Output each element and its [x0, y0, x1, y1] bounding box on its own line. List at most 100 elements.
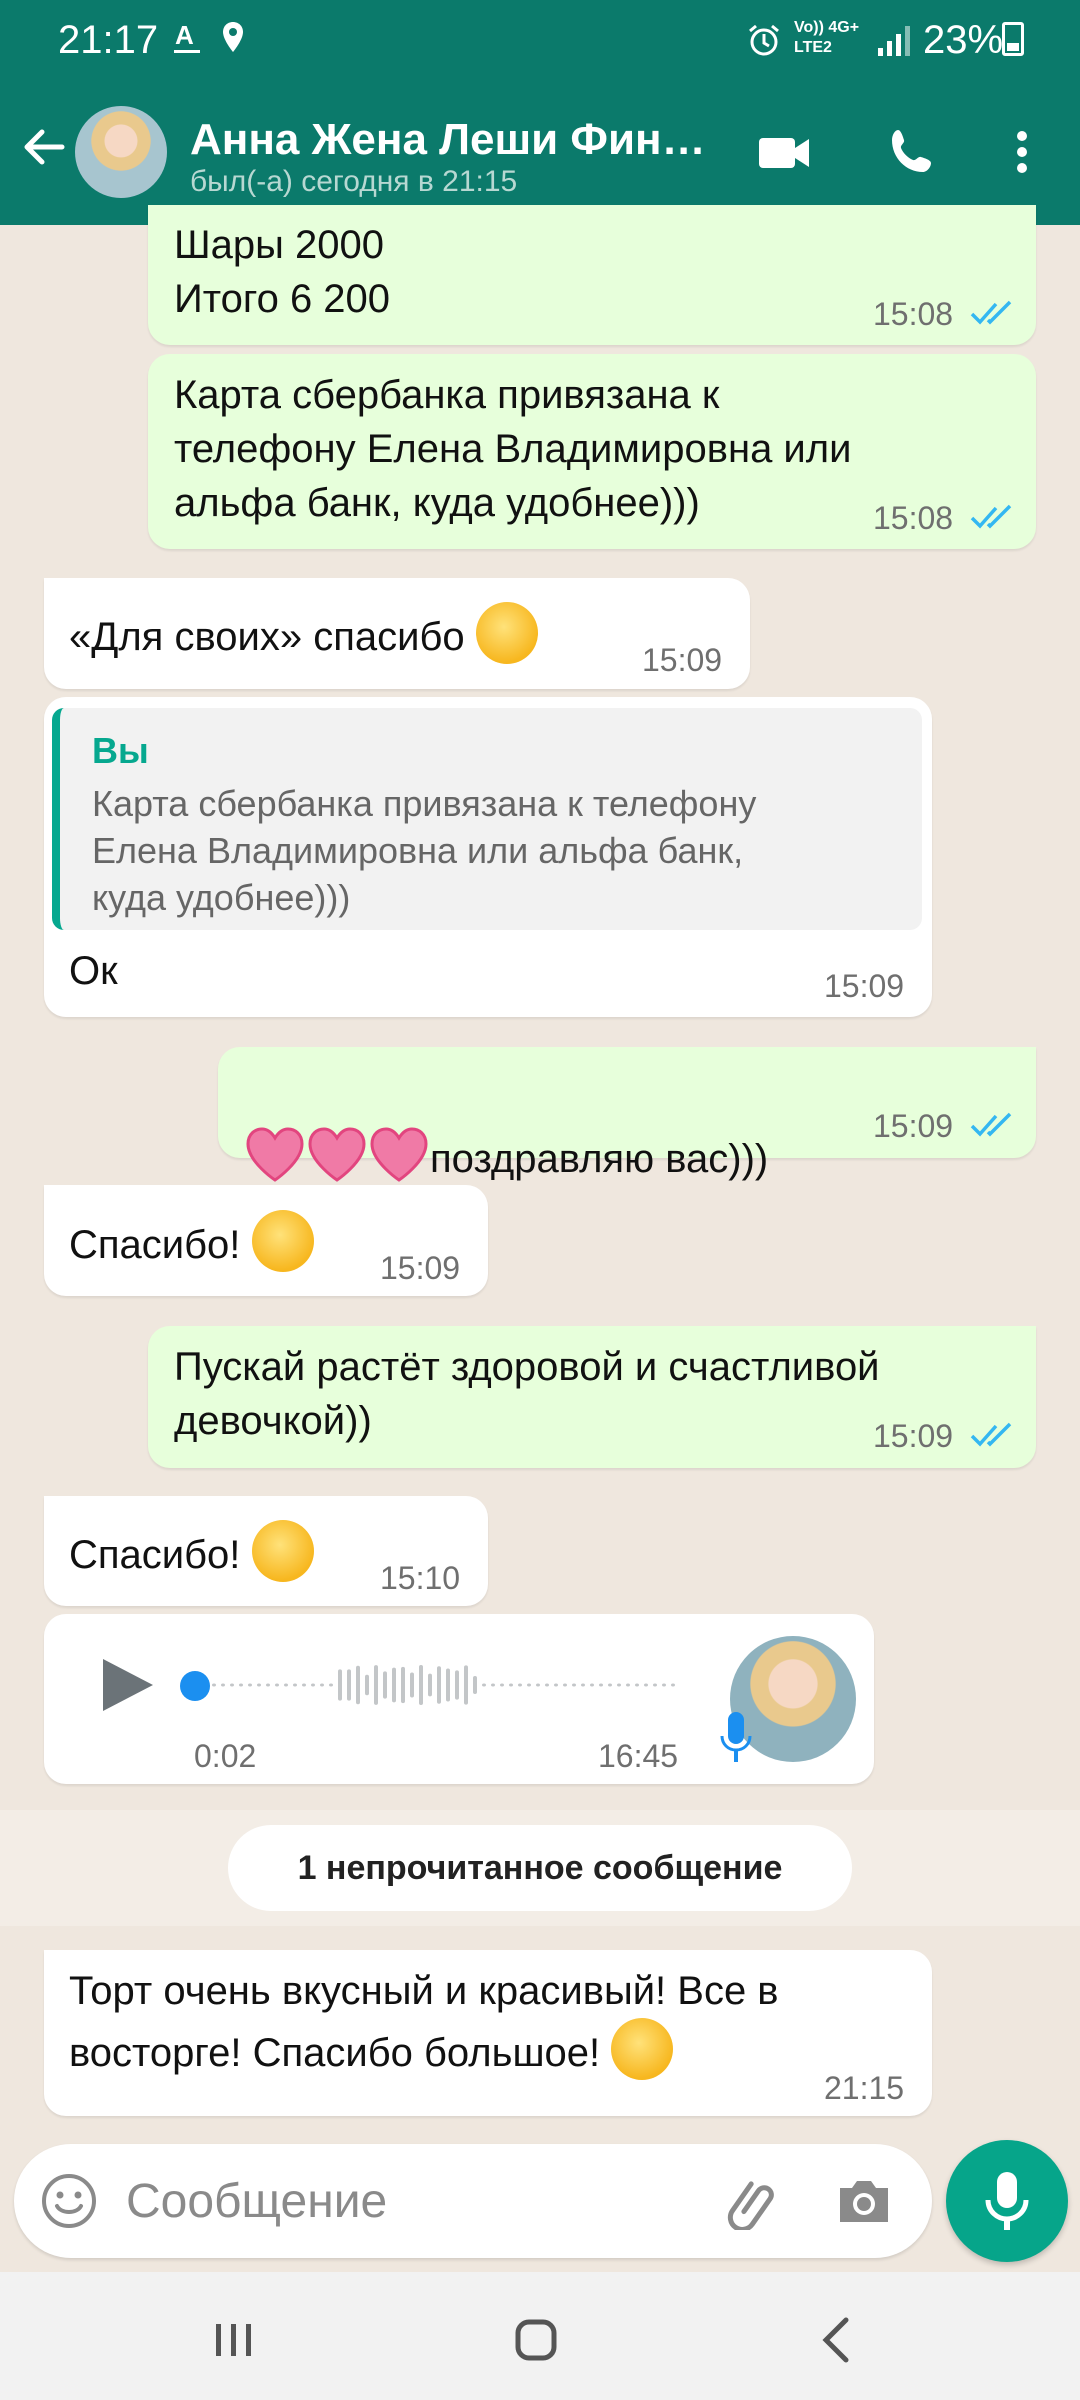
- voice-waveform[interactable]: [212, 1652, 682, 1718]
- waveform-bar: [536, 1683, 540, 1687]
- waveform-bar: [473, 1675, 477, 1695]
- waveform-bar: [635, 1683, 639, 1687]
- phone-call-icon[interactable]: [882, 122, 942, 182]
- quote-text: Карта сбербанка привязана к телефону Еле…: [92, 783, 757, 918]
- waveform-bar: [230, 1683, 234, 1687]
- waveform-bar: [572, 1683, 576, 1687]
- mic-icon: [985, 2172, 1029, 2230]
- waveform-bar: [239, 1683, 243, 1687]
- recent-apps-icon[interactable]: [204, 2310, 264, 2370]
- waveform-bar: [482, 1683, 486, 1687]
- waveform-bar: [518, 1683, 522, 1687]
- message-time: 15:09: [380, 1250, 461, 1286]
- smiling-face-emoji: [251, 1210, 314, 1272]
- waveform-bar: [527, 1683, 531, 1687]
- message-time: 15:09: [873, 1418, 954, 1454]
- alarm-icon: [749, 24, 779, 56]
- more-icon[interactable]: [992, 122, 1052, 182]
- waveform-bar: [401, 1666, 405, 1704]
- waveform-bar: [338, 1669, 342, 1701]
- waveform-bar: [311, 1683, 315, 1687]
- waveform-bar: [671, 1683, 675, 1687]
- message-composer: [14, 2144, 932, 2258]
- waveform-bar: [491, 1683, 495, 1687]
- nav-back-icon[interactable]: [808, 2310, 868, 2370]
- waveform-bar: [446, 1668, 450, 1702]
- message-time: 15:08: [873, 296, 954, 332]
- quote-author: Вы: [92, 730, 149, 771]
- waveform-bar: [302, 1683, 306, 1687]
- play-icon[interactable]: [97, 1655, 157, 1715]
- read-ticks-icon: [970, 504, 1012, 529]
- waveform-bar: [410, 1672, 414, 1698]
- waveform-bar: [653, 1683, 657, 1687]
- waveform-bar: [257, 1683, 261, 1687]
- message-time: 15:08: [873, 500, 954, 536]
- waveform-bar: [347, 1669, 351, 1701]
- message-text-body: Спасибо!: [69, 1533, 241, 1577]
- video-call-icon[interactable]: [755, 122, 815, 182]
- waveform-bar: [383, 1671, 387, 1699]
- waveform-bar: [545, 1683, 549, 1687]
- message-text: Торт очень вкусный и красивый! Все в вос…: [69, 1964, 779, 2080]
- waveform-bar: [212, 1683, 216, 1687]
- waveform-bar: [356, 1665, 360, 1705]
- message-time: 15:09: [873, 1108, 954, 1144]
- status-bar: 21:17 A Vo)) 4G+ LTE2 23%: [0, 0, 1080, 80]
- message-text: Спасибо!: [69, 1210, 314, 1272]
- emoji-icon[interactable]: [40, 2172, 98, 2230]
- network-label-top: Vo)) 4G+: [794, 19, 860, 36]
- waveform-bar: [374, 1665, 378, 1705]
- pink-heart-emoji: [246, 1127, 304, 1182]
- voice-record-button[interactable]: [946, 2140, 1068, 2262]
- waveform-bar: [608, 1683, 612, 1687]
- waveform-bar: [266, 1683, 270, 1687]
- attach-icon[interactable]: [722, 2170, 782, 2230]
- kissing-face-emoji: [251, 1520, 314, 1582]
- hugging-face-emoji: [475, 602, 538, 664]
- waveform-bar: [563, 1683, 567, 1687]
- message-text-body: поздравляю вас))): [430, 1137, 769, 1181]
- read-ticks-icon: [970, 1422, 1012, 1447]
- home-icon[interactable]: [506, 2310, 566, 2370]
- waveform-bar: [455, 1670, 459, 1700]
- pink-heart-emoji: [370, 1127, 428, 1182]
- message-input[interactable]: [126, 2166, 686, 2236]
- waveform-bar: [644, 1683, 648, 1687]
- message-text: поздравляю вас))): [244, 1070, 768, 1186]
- contact-name[interactable]: Анна Жена Леши Фин…: [190, 115, 710, 165]
- waveform-bar: [365, 1674, 369, 1696]
- message-text-body: Спасибо!: [69, 1223, 241, 1267]
- voice-progress-thumb[interactable]: [180, 1671, 210, 1701]
- signal-icon: [878, 26, 910, 56]
- waveform-bar: [428, 1673, 432, 1697]
- message-text: Шары 2000 Итого 6 200: [174, 223, 391, 321]
- svg-text:A: A: [175, 20, 194, 50]
- waveform-bar: [554, 1683, 558, 1687]
- message-text-body: Торт очень вкусный и красивый! Все в вос…: [69, 1969, 779, 2075]
- waveform-bar: [464, 1665, 468, 1705]
- message-time: 15:09: [642, 642, 723, 678]
- message-text: Пускай растёт здоровой и счастливой дево…: [174, 1345, 880, 1443]
- waveform-bar: [320, 1683, 324, 1687]
- waveform-bar: [590, 1683, 594, 1687]
- quoted-message[interactable]: Вы Карта сбербанка привязана к телефону …: [52, 708, 922, 930]
- chat-header: 21:17 A Vo)) 4G+ LTE2 23% Анна Жена Леши…: [0, 0, 1080, 225]
- back-arrow-icon[interactable]: [18, 122, 68, 172]
- message-time: 21:15: [824, 2070, 905, 2106]
- waveform-bar: [626, 1683, 630, 1687]
- waveform-bar: [275, 1683, 279, 1687]
- waveform-bar: [392, 1667, 396, 1703]
- unread-divider: 1 непрочитанное сообщение: [228, 1825, 852, 1911]
- waveform-bar: [581, 1683, 585, 1687]
- read-ticks-icon: [970, 1112, 1012, 1137]
- camera-icon[interactable]: [834, 2172, 894, 2230]
- waveform-bar: [329, 1683, 333, 1687]
- mic-icon: [720, 1712, 752, 1762]
- contact-avatar[interactable]: [75, 106, 167, 198]
- waveform-bar: [500, 1683, 504, 1687]
- keyboard-indicator-icon: A: [174, 20, 200, 53]
- waveform-bar: [248, 1683, 252, 1687]
- message-time: 16:45: [598, 1738, 679, 1774]
- status-time: 21:17: [58, 18, 159, 62]
